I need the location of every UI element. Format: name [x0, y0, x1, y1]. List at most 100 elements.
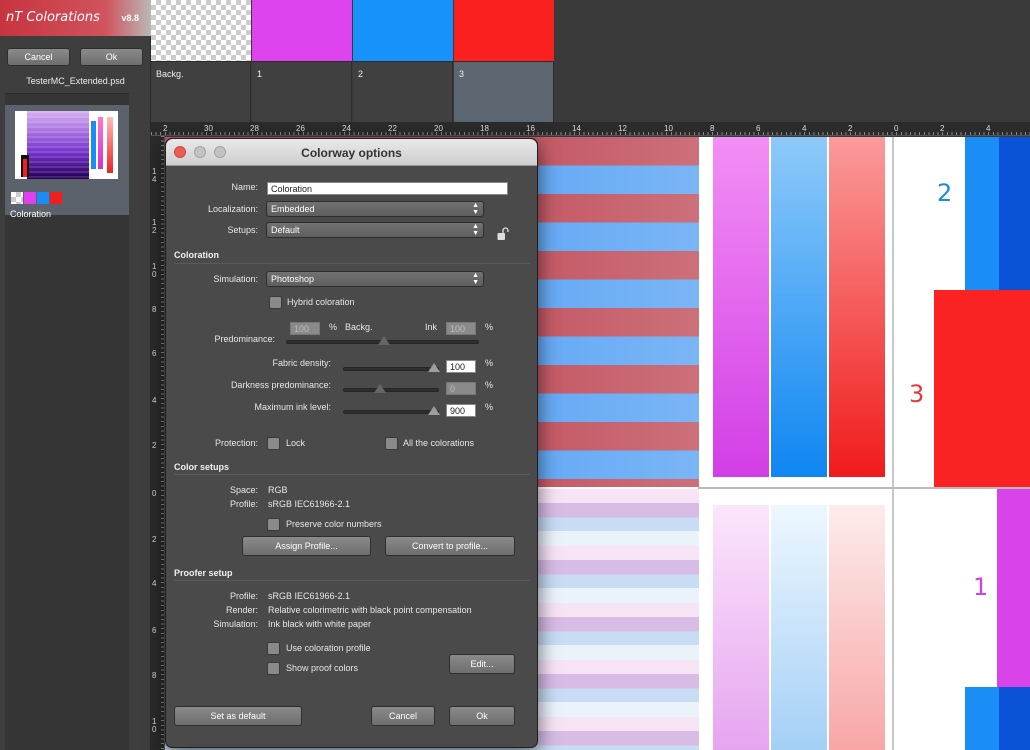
app-version: v8.8 [121, 13, 139, 23]
assign-profile-button[interactable]: Assign Profile... [242, 536, 371, 556]
rect-red [934, 290, 1030, 487]
fabric-density-field[interactable]: 100 [446, 360, 476, 373]
updown-arrows-icon: ▲ ▼ [472, 202, 479, 216]
channel-label: 2 [358, 69, 364, 79]
dialog-cancel-button[interactable]: Cancel [371, 706, 435, 726]
rect-blue-dark [999, 137, 1030, 290]
max-ink-level-slider[interactable] [343, 406, 440, 415]
preserve-color-numbers-checkbox[interactable] [267, 518, 280, 531]
left-cancel-button[interactable]: Cancel [7, 48, 70, 66]
all-colorations-checkbox[interactable] [385, 437, 398, 450]
ruler-tick-label: 28 [250, 124, 259, 133]
dialog-title-bar[interactable]: Colorway options [166, 139, 537, 166]
section-divider [174, 263, 530, 264]
percent-label: % [485, 322, 494, 332]
ramp-column-2-light [771, 505, 827, 750]
coloration-list-item[interactable]: Coloration [5, 105, 129, 219]
swatch-backg [11, 192, 23, 204]
ruler-tick-label: 0 [894, 124, 899, 133]
coloration-swatches [11, 192, 63, 204]
rect-magenta [997, 489, 1030, 687]
canvas-stripes-tint [535, 137, 699, 487]
ramp-column-3-light [829, 505, 885, 750]
channel-3[interactable]: 3 [454, 0, 554, 122]
show-proof-colors-checkbox[interactable] [267, 662, 280, 675]
canvas-label-1: 1 [973, 573, 989, 601]
ruler-tick-label: 16 [526, 124, 535, 133]
ruler-tick-label: 2 [152, 441, 157, 450]
set-as-default-button[interactable]: Set as default [174, 706, 302, 726]
left-panel: nT Colorations v8.8 Cancel Ok TesterMC_E… [0, 0, 151, 750]
ruler-tick-label: 8 [152, 305, 157, 314]
ruler-tick-label: 2 [940, 124, 945, 133]
setups-value: Default [271, 225, 300, 235]
proof-profile-value: sRGB IEC61966-2.1 [268, 591, 351, 601]
ramp-column-1 [713, 137, 769, 477]
ruler-tick-label: 20 [434, 124, 443, 133]
hybrid-coloration-checkbox[interactable] [269, 296, 282, 309]
ruler-tick-label: 0 [152, 489, 157, 498]
name-field[interactable]: Coloration [267, 182, 508, 195]
proofer-setup-section-title: Proofer setup [174, 568, 233, 578]
ruler-tick-label: 2 [848, 124, 853, 133]
coloration-section-title: Coloration [174, 250, 219, 260]
color-setups-section-title: Color setups [174, 462, 230, 472]
ruler-tick-label: 14 [572, 124, 581, 133]
show-proof-colors-label: Show proof colors [286, 663, 359, 673]
localization-value: Embedded [271, 204, 315, 214]
max-ink-level-label: Maximum ink level: [254, 402, 331, 412]
ruler-tick-label: 4 [802, 124, 807, 133]
slider-thumb[interactable] [428, 406, 440, 415]
channel-1[interactable]: 1 [252, 0, 352, 122]
convert-to-profile-button[interactable]: Convert to profile... [385, 536, 515, 556]
simulation-value: Photoshop [271, 274, 315, 284]
ruler-tick-label: 26 [296, 124, 305, 133]
ramp-column-3 [829, 137, 885, 477]
horizontal-ruler: 2 30 28 26 24 22 20 18 16 14 12 10 8 6 4 2 0 2 4 [151, 122, 1030, 136]
render-label: Render: [225, 605, 258, 615]
channel-swatch [353, 0, 453, 62]
ruler-tick-label: 10 [664, 124, 673, 133]
file-name: TesterMC_Extended.psd [26, 76, 125, 86]
edit-button[interactable]: Edit... [449, 654, 515, 674]
localization-select[interactable]: Embedded ▲ ▼ [266, 201, 484, 217]
setups-select[interactable]: Default ▲ ▼ [266, 222, 484, 238]
simulation-select[interactable]: Photoshop ▲ ▼ [266, 271, 484, 287]
dialog-ok-button[interactable]: Ok [449, 706, 515, 726]
ruler-tick-label: 2 [152, 535, 157, 544]
channel-2[interactable]: 2 [353, 0, 453, 122]
name-label: Name: [231, 182, 258, 192]
proof-profile-label: Profile: [229, 591, 258, 601]
fabric-density-slider[interactable] [343, 363, 440, 372]
ruler-tick-label: 6 [152, 349, 157, 358]
ruler-tick-label: 10 [152, 262, 157, 279]
vertical-ruler: 14 12 10 8 6 4 2 0 2 4 6 8 10 [151, 136, 165, 750]
swatch-2 [37, 192, 49, 204]
channel-strip: Backg. 1 2 3 [151, 0, 1030, 122]
slider-thumb[interactable] [428, 363, 440, 372]
ruler-tick-label: 6 [152, 626, 157, 635]
left-ok-button[interactable]: Ok [80, 48, 143, 66]
space-value: RGB [268, 485, 288, 495]
ruler-tick-label: 30 [204, 124, 213, 133]
slider-thumb [378, 336, 390, 345]
channel-swatch [151, 0, 251, 62]
canvas-divider-horizontal [698, 487, 1030, 489]
lock-label: Lock [286, 438, 306, 448]
max-ink-level-field[interactable]: 900 [446, 404, 476, 417]
all-colorations-label: All the colorations [403, 438, 475, 448]
swatch-1 [24, 192, 36, 204]
unlocked-padlock-icon[interactable] [497, 227, 509, 241]
preserve-color-numbers-label: Preserve color numbers [286, 519, 382, 529]
space-label: Space: [229, 485, 258, 495]
section-divider [174, 580, 530, 581]
canvas-divider-vertical [892, 137, 894, 750]
predominance-ink-field: 100 [446, 322, 476, 335]
swatch-3 [50, 192, 62, 204]
channel-backg[interactable]: Backg. [151, 0, 251, 122]
profile-value: sRGB IEC61966-2.1 [268, 499, 351, 509]
lock-checkbox[interactable] [267, 437, 280, 450]
use-coloration-profile-checkbox[interactable] [267, 642, 280, 655]
setups-label: Setups: [227, 225, 258, 235]
predominance-backg-field: 100 [290, 322, 320, 335]
